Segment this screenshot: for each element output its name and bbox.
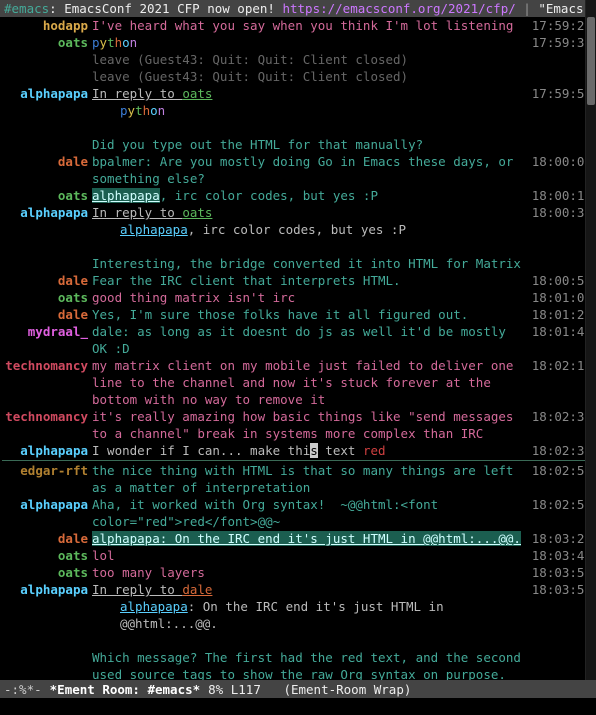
in-reply-to[interactable]: In reply to — [92, 86, 182, 101]
chat-log[interactable]: hodappI've heard what you say when you t… — [0, 17, 596, 680]
message-body: bpalmer: Are you mostly doing Go in Emac… — [92, 153, 530, 187]
chat-row: leave (Guest43: Quit: Quit: Client close… — [2, 51, 594, 68]
mention-highlight[interactable]: alphapapa: On the IRC end it's just HTML… — [92, 531, 521, 546]
modeline-flags: -:%*- — [4, 681, 42, 698]
nick: mydraal_ — [2, 323, 92, 340]
nick: edgar-rft — [2, 462, 92, 479]
channel-url[interactable]: https://emacsconf.org/2021/cfp/ — [282, 1, 515, 16]
chat-row: alphapapaIn reply to oats18:00:35 — [2, 204, 594, 221]
minibuffer[interactable] — [0, 698, 596, 715]
nick: alphapapa — [2, 85, 92, 102]
message-body: dale: as long as it doesnt do js as well… — [92, 323, 530, 357]
message-body: my matrix client on my mobile just faile… — [92, 357, 530, 408]
chat-row: Interesting, the bridge converted it int… — [2, 255, 594, 272]
message-body: Which message? The first had the red tex… — [92, 649, 530, 680]
titlebar: #emacs: EmacsConf 2021 CFP now open! htt… — [0, 0, 596, 17]
chat-row: oatsgood thing matrix isn't irc18:01:05 — [2, 289, 594, 306]
message-body: Fear the IRC client that interprets HTML… — [92, 272, 530, 289]
in-reply-to[interactable]: In reply to — [92, 205, 182, 220]
chat-row: dalebpalmer: Are you mostly doing Go in … — [2, 153, 594, 187]
chat-row: alphapapaAha, it worked with Org syntax!… — [2, 496, 594, 530]
nick: dale — [2, 153, 92, 170]
nick: dale — [2, 306, 92, 323]
chat-row: edgar-rftthe nice thing with HTML is tha… — [2, 462, 594, 496]
message-body: leave (Guest43: Quit: Quit: Client close… — [92, 68, 530, 85]
message-body: In reply to dale — [92, 581, 530, 598]
in-reply-to[interactable]: In reply to — [92, 582, 182, 597]
channel-topic: EmacsConf 2021 CFP now open! — [64, 1, 275, 16]
buffer-name: *Ement Room: #emacs* — [50, 681, 201, 698]
message-body: I wonder if I can... make this text red — [92, 442, 530, 459]
nick: oats — [2, 289, 92, 306]
nick: technomancy — [2, 408, 92, 425]
reply-target[interactable]: dale — [182, 582, 212, 597]
message-body: too many layers — [92, 564, 530, 581]
scrollbar-thumb[interactable] — [587, 17, 595, 105]
message-body: Yes, I'm sure those folks have it all fi… — [92, 306, 530, 323]
message-body: python — [92, 34, 530, 51]
nick: dale — [2, 530, 92, 547]
message-body: alphapapa: On the IRC end it's just HTML… — [92, 530, 530, 547]
message-body: alphapapa, irc color codes, but yes :P — [92, 187, 530, 204]
modeline-position: 8% — [208, 681, 223, 698]
modeline: -:%*- *Ement Room: #emacs* 8% L117 (Emen… — [0, 680, 596, 698]
chat-row: dalealphapapa: On the IRC end it's just … — [2, 530, 594, 547]
chat-row: alphapapaIn reply to dale18:03:59 — [2, 581, 594, 598]
reply-target[interactable]: oats — [182, 205, 212, 220]
nick: hodapp — [2, 17, 92, 34]
chat-row: technomancyit's really amazing how basic… — [2, 408, 594, 442]
message-body: I've heard what you say when you think I… — [92, 17, 530, 34]
modeline-major-mode: (Ement-Room Wrap) — [283, 681, 411, 698]
chat-row: daleYes, I'm sure those folks have it al… — [2, 306, 594, 323]
nick: oats — [2, 34, 92, 51]
nick: technomancy — [2, 357, 92, 374]
channel-name: #emacs — [4, 1, 49, 16]
chat-row: alphapapaIn reply to oats17:59:58 — [2, 85, 594, 102]
nick: alphapapa — [2, 581, 92, 598]
message-body: Interesting, the bridge converted it int… — [92, 255, 530, 272]
point-cursor: s — [310, 443, 318, 458]
message-body: good thing matrix isn't irc — [92, 289, 530, 306]
nick: alphapapa — [2, 442, 92, 459]
message-body: Did you type out the HTML for that manua… — [92, 136, 530, 153]
scrollbar[interactable] — [585, 0, 596, 680]
message-body: Aha, it worked with Org syntax! ~@@html:… — [92, 496, 530, 530]
message-body: the nice thing with HTML is that so many… — [92, 462, 530, 496]
chat-row: oatspython17:59:31 — [2, 34, 594, 51]
message-body: In reply to oats — [92, 204, 530, 221]
nick: oats — [2, 564, 92, 581]
chat-row: daleFear the IRC client that interprets … — [2, 272, 594, 289]
nick: oats — [2, 547, 92, 564]
chat-row: mydraal_dale: as long as it doesnt do js… — [2, 323, 594, 357]
nick: oats — [2, 187, 92, 204]
message-body: In reply to oats — [92, 85, 530, 102]
modeline-line: L117 — [231, 681, 261, 698]
nick: dale — [2, 272, 92, 289]
chat-row: leave (Guest43: Quit: Quit: Client close… — [2, 68, 594, 85]
chat-row: oatstoo many layers18:03:52 — [2, 564, 594, 581]
chat-row: Which message? The first had the red tex… — [2, 649, 594, 680]
separator — [2, 460, 594, 461]
chat-row: Did you type out the HTML for that manua… — [2, 136, 594, 153]
chat-row: oatslol18:03:46 — [2, 547, 594, 564]
chat-row: technomancymy matrix client on my mobile… — [2, 357, 594, 408]
chat-row: alphapapaI wonder if I can... make this … — [2, 442, 594, 459]
message-body: it's really amazing how basic things lik… — [92, 408, 530, 442]
chat-row: hodappI've heard what you say when you t… — [2, 17, 594, 34]
message-body: leave (Guest43: Quit: Quit: Client close… — [92, 51, 530, 68]
chat-row: oatsalphapapa, irc color codes, but yes … — [2, 187, 594, 204]
mention-highlight[interactable]: alphapapa — [92, 188, 160, 203]
nick: alphapapa — [2, 496, 92, 513]
nick: alphapapa — [2, 204, 92, 221]
reply-target[interactable]: oats — [182, 86, 212, 101]
message-body: lol — [92, 547, 530, 564]
